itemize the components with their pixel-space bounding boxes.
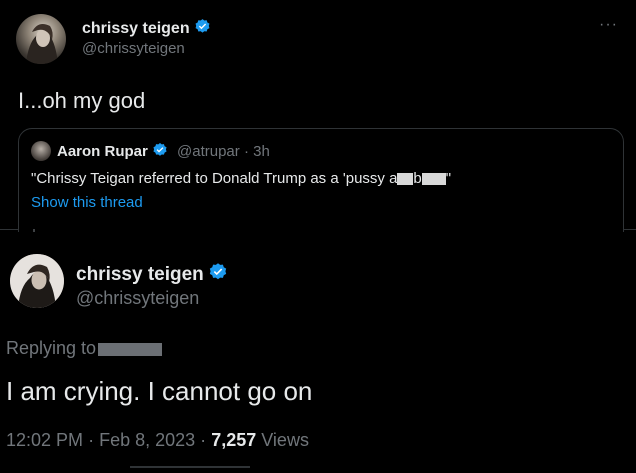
author-handle[interactable]: @chrissyteigen (76, 288, 199, 309)
author-name[interactable]: chrissy teigen (76, 262, 228, 288)
divider (130, 466, 250, 468)
redaction-block (421, 173, 446, 186)
separator-dot: · (200, 430, 207, 450)
quote-text: "Chrissy Teigan referred to Donald Trump… (31, 170, 451, 187)
author-name[interactable]: chrissy teigen (82, 18, 211, 40)
show-thread-link[interactable]: Show this thread (31, 194, 143, 211)
author-handle[interactable]: @chrissyteigen (82, 40, 185, 57)
avatar-image (10, 254, 64, 308)
quote-text-start: "Chrissy Teigan referred to Donald Trump… (31, 170, 398, 187)
avatar[interactable] (10, 254, 64, 308)
author-name-text[interactable]: chrissy teigen (82, 20, 190, 37)
quote-text-end: " (445, 170, 452, 187)
quote-author-name-text[interactable]: Aaron Rupar (57, 143, 148, 160)
replying-to-label: Replying to (6, 338, 97, 358)
quote-handle[interactable]: @atrupar (177, 143, 240, 160)
verified-badge-icon (208, 262, 228, 288)
tweet-text: I...oh my god (18, 88, 146, 113)
views-label: Views (261, 430, 309, 450)
separator-dot: · (88, 430, 95, 450)
replying-to: Replying to (6, 338, 163, 359)
quote-text-mid: b (413, 170, 422, 187)
verified-badge-icon (152, 142, 168, 162)
tweet-text: I am crying. I cannot go on (6, 376, 313, 406)
author-name-text[interactable]: chrissy teigen (76, 264, 204, 285)
quote-time[interactable]: 3h (253, 143, 270, 160)
avatar-image (26, 24, 58, 64)
original-tweet[interactable]: chrissy teigen @chrissyteigen ··· I...oh… (0, 0, 636, 250)
quote-avatar[interactable] (31, 141, 51, 161)
tweet-meta: 12:02 PM · Feb 8, 2023 · 7,257 Views (6, 430, 309, 451)
reply-tweet[interactable]: chrissy teigen @chrissyteigen Replying t… (0, 232, 636, 473)
separator-dot: · (243, 143, 249, 160)
tweet-time[interactable]: 12:02 PM (6, 430, 83, 450)
more-options-icon[interactable]: ··· (599, 16, 618, 34)
views-count[interactable]: 7,257 (211, 430, 256, 450)
verified-badge-icon (194, 18, 211, 40)
redaction-block (397, 173, 414, 186)
redacted-handle (98, 342, 163, 356)
tweet-date[interactable]: Feb 8, 2023 (99, 430, 195, 450)
quote-meta: @atrupar · 3h (177, 143, 270, 160)
quote-author-name[interactable]: Aaron Rupar (57, 142, 168, 162)
avatar[interactable] (16, 14, 66, 64)
